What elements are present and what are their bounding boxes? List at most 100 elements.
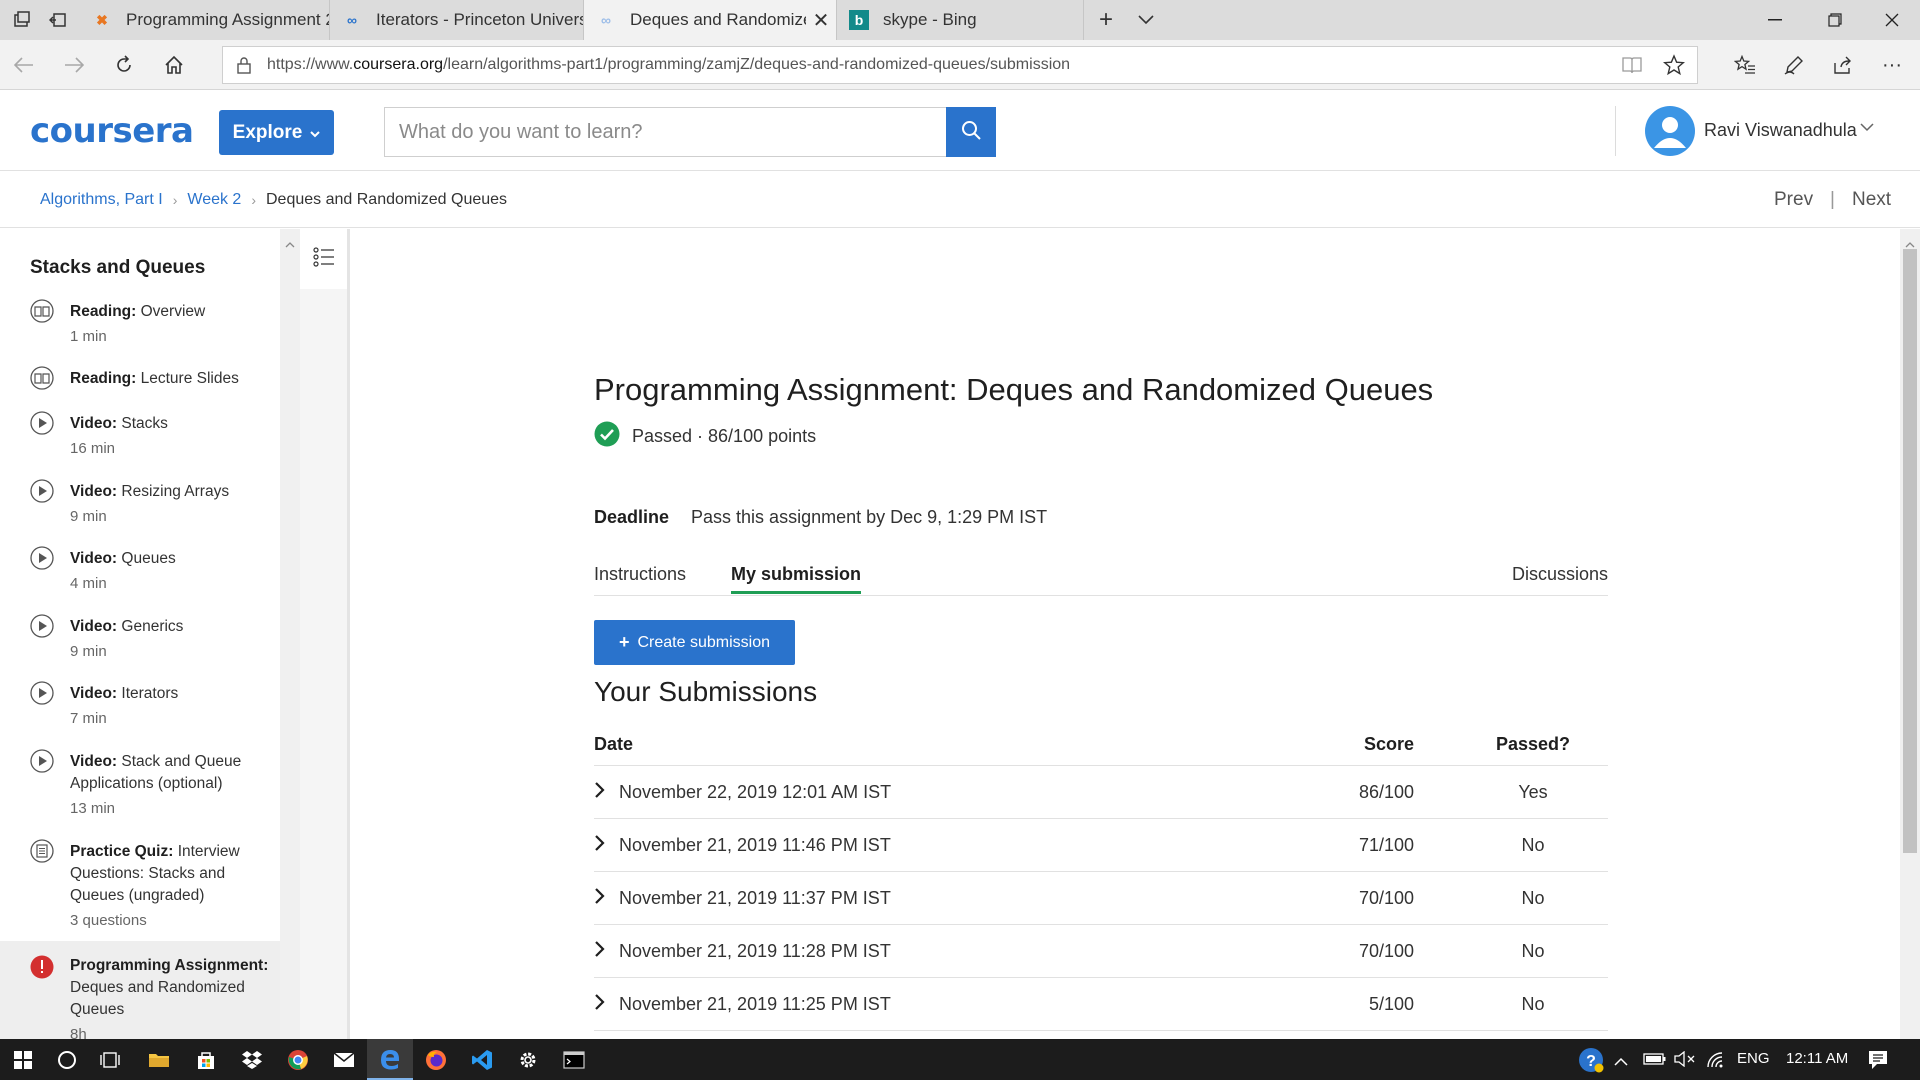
chevron-right-icon[interactable] xyxy=(594,939,610,959)
more-menu-icon[interactable]: ··· xyxy=(1872,45,1912,85)
windows-start-icon[interactable] xyxy=(0,1039,46,1080)
lesson-meta: 8h xyxy=(70,1026,87,1039)
forward-icon[interactable] xyxy=(54,45,94,85)
clock[interactable]: 12:11 AM xyxy=(1786,1050,1848,1067)
action-center-icon[interactable] xyxy=(1868,1050,1888,1075)
sidebar-item-video-stacks[interactable]: Video: Stacks 16 min xyxy=(0,411,280,471)
address-bar[interactable]: https://www.coursera.org/learn/algorithm… xyxy=(222,46,1698,84)
explore-button[interactable]: Explore xyxy=(219,110,334,155)
language-indicator[interactable]: ENG xyxy=(1737,1050,1770,1067)
lesson-title: Overview xyxy=(140,303,206,320)
tab-my-submission[interactable]: My submission xyxy=(731,564,862,594)
tab-label: Deques and Randomize xyxy=(630,10,806,29)
breadcrumb: Algorithms, Part I › Week 2 › Deques and… xyxy=(40,191,507,209)
tab-discussions[interactable]: Discussions xyxy=(1512,564,1608,585)
browser-tab-3[interactable]: ∞ Deques and Randomize ✕ xyxy=(584,0,837,40)
dropbox-icon[interactable] xyxy=(229,1039,275,1080)
set-tabs-aside-icon[interactable] xyxy=(36,0,80,40)
back-icon[interactable] xyxy=(4,45,44,85)
sidebar-item-reading-slides[interactable]: Reading: Lecture Slides xyxy=(0,366,280,396)
sidebar-item-reading-overview[interactable]: Reading: Overview 1 min xyxy=(0,299,280,359)
share-icon[interactable] xyxy=(1823,45,1863,85)
favorite-star-icon[interactable] xyxy=(1662,54,1686,81)
coursera-logo[interactable]: coursera xyxy=(30,111,194,151)
favorites-hub-icon[interactable] xyxy=(1725,45,1765,85)
home-icon[interactable] xyxy=(154,45,194,85)
close-window-icon[interactable] xyxy=(1862,0,1920,40)
browser-tab-1[interactable]: ✖ Programming Assignment 2 xyxy=(80,0,330,40)
play-icon xyxy=(30,614,54,638)
tab-instructions[interactable]: Instructions xyxy=(594,564,686,585)
table-row[interactable]: November 21, 2019 11:28 PM IST 70/100 No xyxy=(594,925,1608,978)
chevron-right-icon: › xyxy=(251,192,256,208)
chevron-down-icon[interactable] xyxy=(1860,119,1874,137)
sidebar-item-video-resizing-arrays[interactable]: Video: Resizing Arrays 9 min xyxy=(0,479,280,539)
pen-notes-icon[interactable] xyxy=(1774,45,1814,85)
lesson-title: Lecture Slides xyxy=(140,370,239,387)
scroll-up-icon[interactable] xyxy=(285,235,295,253)
user-name[interactable]: Ravi Viswanadhula xyxy=(1704,120,1857,141)
browser-tab-4[interactable]: b skype - Bing xyxy=(837,0,1084,40)
tray-chevron-up-icon[interactable] xyxy=(1614,1053,1628,1071)
search-button[interactable] xyxy=(946,107,996,157)
settings-gear-icon[interactable] xyxy=(505,1039,551,1080)
chevron-right-icon[interactable] xyxy=(594,780,610,800)
browser-tab-2[interactable]: ∞ Iterators - Princeton Univers xyxy=(330,0,584,40)
table-row[interactable]: November 22, 2019 12:01 AM IST 86/100 Ye… xyxy=(594,766,1608,819)
sidebar-item-video-applications[interactable]: Video: Stack and Queue Applications (opt… xyxy=(0,749,280,831)
scrollbar-thumb[interactable] xyxy=(1903,249,1917,853)
chevron-right-icon[interactable] xyxy=(594,886,610,906)
close-tab-icon[interactable]: ✕ xyxy=(806,8,836,33)
tab-preview-chevron-icon[interactable] xyxy=(1124,0,1168,40)
play-icon xyxy=(30,681,54,705)
chevron-right-icon[interactable] xyxy=(594,992,610,1012)
cortana-icon[interactable] xyxy=(44,1039,90,1080)
minimize-icon[interactable] xyxy=(1745,0,1805,40)
mail-icon[interactable] xyxy=(321,1039,367,1080)
sidebar-scrollbar[interactable] xyxy=(280,229,300,1039)
table-row[interactable]: November 21, 2019 11:25 PM IST 5/100 No xyxy=(594,978,1608,1031)
lesson-type: Video: xyxy=(70,550,118,567)
page-scrollbar[interactable] xyxy=(1900,229,1920,1039)
breadcrumb-course-link[interactable]: Algorithms, Part I xyxy=(40,191,163,209)
file-explorer-icon[interactable] xyxy=(136,1039,182,1080)
edge-icon[interactable] xyxy=(367,1039,413,1080)
refresh-icon[interactable] xyxy=(104,45,144,85)
sidebar-item-programming-assignment[interactable]: Programming Assignment: Deques and Rando… xyxy=(0,941,280,1039)
create-submission-button[interactable]: + Create submission xyxy=(594,620,795,665)
task-view-icon[interactable] xyxy=(88,1039,134,1080)
next-link[interactable]: Next xyxy=(1852,189,1891,211)
prev-link[interactable]: Prev xyxy=(1774,189,1813,211)
submission-date: November 22, 2019 12:01 AM IST xyxy=(619,782,892,802)
lesson-meta: 7 min xyxy=(70,710,107,727)
table-row[interactable]: November 21, 2019 11:37 PM IST 70/100 No xyxy=(594,872,1608,925)
outline-toggle-button[interactable] xyxy=(300,229,347,289)
avatar[interactable] xyxy=(1645,106,1695,156)
speaker-muted-icon[interactable] xyxy=(1674,1050,1696,1072)
store-icon[interactable] xyxy=(183,1039,229,1080)
wifi-icon[interactable] xyxy=(1706,1051,1726,1074)
vscode-icon[interactable] xyxy=(459,1039,505,1080)
chevron-down-icon xyxy=(310,122,321,144)
firefox-icon[interactable] xyxy=(413,1039,459,1080)
table-row[interactable]: November 21, 2019 11:46 PM IST 71/100 No xyxy=(594,819,1608,872)
sidebar-item-video-generics[interactable]: Video: Generics 9 min xyxy=(0,614,280,674)
terminal-icon[interactable] xyxy=(551,1039,597,1080)
lesson-type: Video: xyxy=(70,685,118,702)
reading-view-icon[interactable] xyxy=(1621,55,1643,80)
submission-score: 86/100 xyxy=(1358,782,1414,802)
new-tab-icon[interactable]: + xyxy=(1084,0,1128,40)
breadcrumb-week-link[interactable]: Week 2 xyxy=(187,191,241,209)
chrome-icon[interactable] xyxy=(275,1039,321,1080)
submission-score: 70/100 xyxy=(1358,941,1414,961)
submission-passed: No xyxy=(1521,888,1545,908)
restore-icon[interactable] xyxy=(1805,0,1865,40)
lesson-meta: 3 questions xyxy=(70,912,147,929)
help-icon[interactable]: ? xyxy=(1578,1047,1604,1078)
battery-icon[interactable] xyxy=(1643,1052,1667,1071)
sidebar-item-practice-quiz[interactable]: Practice Quiz: Interview Questions: Stac… xyxy=(0,839,280,943)
sidebar-item-video-queues[interactable]: Video: Queues 4 min xyxy=(0,546,280,606)
sidebar-item-video-iterators[interactable]: Video: Iterators 7 min xyxy=(0,681,280,741)
chevron-right-icon[interactable] xyxy=(594,833,610,853)
search-input[interactable] xyxy=(384,107,946,157)
